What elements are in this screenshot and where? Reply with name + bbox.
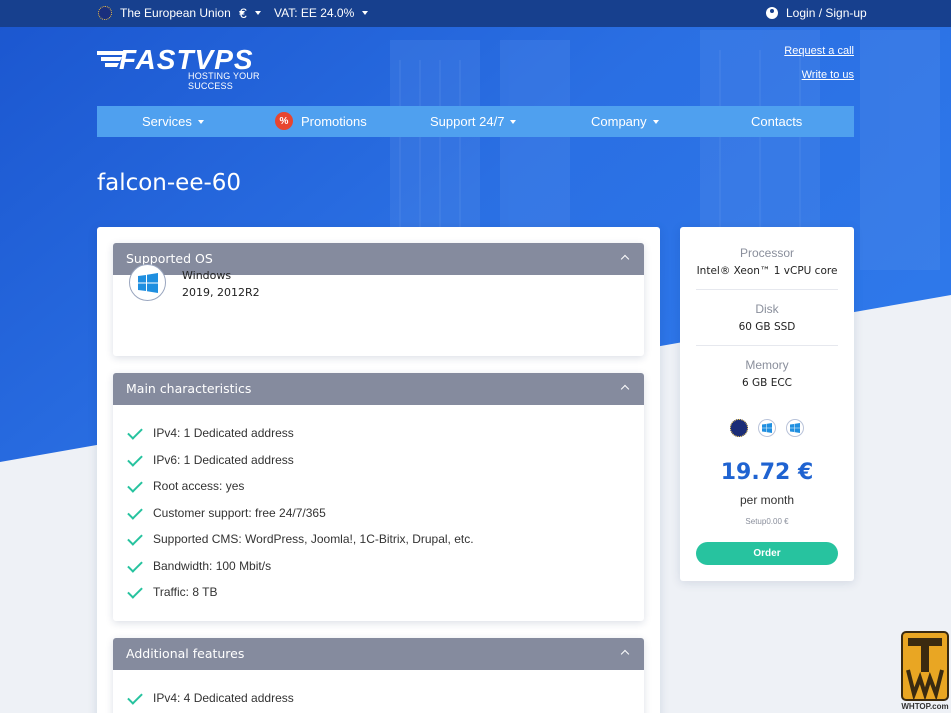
- user-icon: [766, 7, 778, 19]
- top-bar: The European Union € VAT: EE 24.0% Login…: [0, 0, 951, 27]
- disk-spec: Disk 60 GB SSD: [680, 302, 854, 333]
- check-icon: [127, 503, 143, 520]
- os-name: Windows: [182, 269, 232, 282]
- section-title: Supported OS: [126, 251, 213, 266]
- chevron-up-icon: [620, 254, 630, 264]
- login-link[interactable]: Login / Sign-up: [766, 6, 867, 20]
- list-item: Supported CMS: WordPress, Joomla!, 1C-Bi…: [126, 530, 474, 559]
- section-title: Additional features: [126, 646, 245, 661]
- list-item: Bandwidth: 100 Mbit/s: [126, 556, 474, 586]
- price: 19.72 €: [720, 460, 814, 485]
- spec-value: 6 GB ECC: [742, 377, 792, 389]
- spec-label: Processor: [739, 246, 795, 260]
- windows-icon: [129, 264, 166, 301]
- caret-down-icon: [197, 119, 204, 124]
- login-label: Login / Sign-up: [786, 6, 867, 20]
- currency-label: €: [239, 5, 247, 21]
- chevron-up-icon: [620, 384, 630, 394]
- setup-fee: Setup0.00 €: [745, 517, 789, 526]
- vat-label: VAT: EE 24.0%: [274, 6, 355, 20]
- nav-promotions[interactable]: % Promotions: [275, 112, 367, 130]
- watermark-text: WHTOP.com: [901, 702, 949, 711]
- spec-value: Intel® Xeon™ 1 vCPU core: [696, 265, 838, 277]
- main-characteristics-section: Main characteristics IPv4: 1 Dedicated a…: [113, 373, 644, 621]
- list-item: Customer support: free 24/7/365: [126, 503, 474, 533]
- main-nav: Services % Promotions Support 24/7 Compa…: [97, 106, 854, 137]
- spec-label: Disk: [755, 302, 779, 316]
- additional-features-section: Additional features IPv4: 4 Dedicated ad…: [113, 638, 644, 713]
- memory-spec: Memory 6 GB ECC: [680, 358, 854, 389]
- additional-features-list: IPv4: 4 Dedicated address: [126, 689, 294, 713]
- caret-down-icon: [652, 119, 659, 124]
- list-item: IPv4: 1 Dedicated address: [126, 424, 474, 453]
- nav-promotions-label: Promotions: [301, 113, 367, 129]
- list-item: IPv6: 1 Dedicated address: [126, 450, 474, 480]
- nav-support-label: Support 24/7: [430, 114, 505, 129]
- windows-icon: [758, 419, 776, 437]
- main-characteristics-header[interactable]: Main characteristics: [113, 373, 644, 405]
- location-icons: [680, 419, 854, 437]
- check-icon: [127, 530, 143, 546]
- plan-details-card: Supported OS Windows 2019, 2012R2 Main c…: [97, 227, 660, 713]
- check-icon: [127, 424, 143, 440]
- nav-support[interactable]: Support 24/7: [430, 114, 517, 129]
- fastvps-logo[interactable]: FASTVPS HOSTING YOUR SUCCESS: [97, 44, 307, 91]
- write-us-link[interactable]: Write to us: [802, 69, 854, 81]
- vat-selector[interactable]: VAT: EE 24.0%: [274, 6, 369, 20]
- nav-contacts-label: Contacts: [751, 114, 803, 129]
- currency-selector[interactable]: €: [239, 5, 261, 21]
- divider: [696, 289, 838, 290]
- check-icon: [127, 556, 143, 573]
- nav-company[interactable]: Company: [591, 114, 659, 129]
- whtop-logo-icon: [901, 631, 949, 701]
- supported-os-section: Supported OS Windows 2019, 2012R2: [113, 243, 644, 356]
- request-call-link[interactable]: Request a call: [784, 45, 854, 57]
- page-title: falcon-ee-60: [97, 170, 242, 196]
- whtop-watermark: WHTOP.com: [900, 630, 950, 713]
- nav-services[interactable]: Services: [142, 114, 204, 129]
- list-item: IPv4: 4 Dedicated address: [126, 689, 294, 713]
- region-label: The European Union: [120, 6, 231, 20]
- check-icon: [127, 583, 143, 599]
- check-icon: [127, 689, 143, 705]
- divider: [696, 345, 838, 346]
- processor-spec: Processor Intel® Xeon™ 1 vCPU core: [680, 246, 854, 277]
- characteristics-list: IPv4: 1 Dedicated address IPv6: 1 Dedica…: [126, 424, 474, 612]
- check-icon: [127, 450, 143, 467]
- plan-summary-card: Processor Intel® Xeon™ 1 vCPU core Disk …: [680, 227, 854, 581]
- nav-contacts[interactable]: Contacts: [751, 114, 802, 129]
- order-button[interactable]: Order: [696, 542, 838, 565]
- nav-services-label: Services: [142, 114, 192, 129]
- price-period: per month: [739, 493, 795, 507]
- additional-features-header[interactable]: Additional features: [113, 638, 644, 670]
- caret-down-icon: [254, 11, 261, 15]
- list-item: Traffic: 8 TB: [126, 583, 474, 612]
- spec-value: 60 GB SSD: [738, 321, 796, 333]
- os-versions: 2019, 2012R2: [182, 286, 260, 299]
- spec-label: Memory: [745, 358, 789, 372]
- chevron-up-icon: [620, 649, 630, 659]
- percent-badge-icon: %: [275, 112, 293, 130]
- caret-down-icon: [510, 119, 517, 124]
- windows-icon: [786, 419, 804, 437]
- region-selector[interactable]: The European Union: [98, 6, 245, 20]
- eu-flag-icon: [98, 6, 112, 20]
- caret-down-icon: [362, 11, 369, 15]
- nav-company-label: Company: [591, 114, 647, 129]
- eu-flag-icon: [730, 419, 748, 437]
- logo-tagline: HOSTING YOUR SUCCESS: [188, 71, 260, 91]
- section-title: Main characteristics: [126, 381, 252, 396]
- check-icon: [127, 477, 143, 493]
- list-item: Root access: yes: [126, 477, 474, 506]
